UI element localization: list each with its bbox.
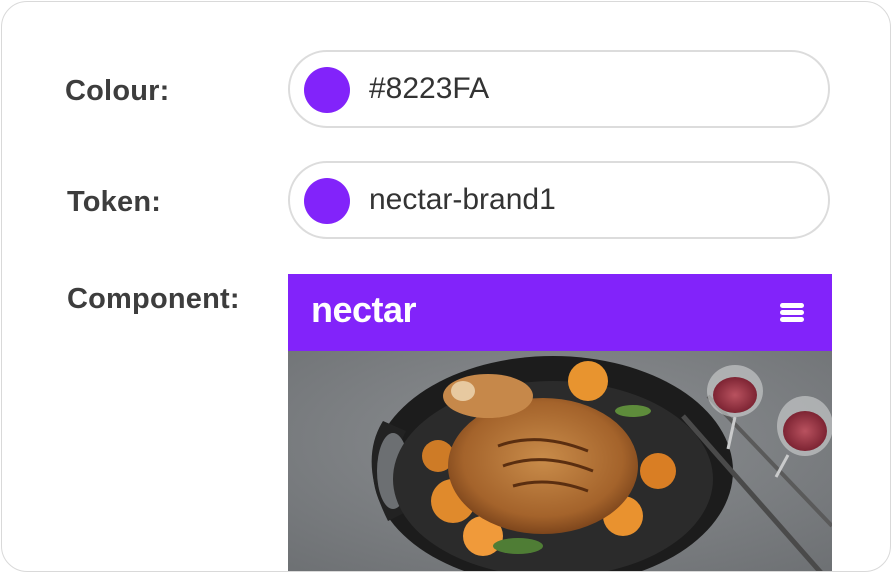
token-swatch (304, 178, 350, 224)
roast-chicken-photo (288, 351, 832, 571)
token-field[interactable]: nectar-brand1 (288, 161, 830, 239)
nectar-logo: nectar (311, 289, 417, 330)
component-preview: nectar (288, 274, 832, 571)
colour-field[interactable]: #8223FA (288, 50, 830, 128)
menu-icon[interactable] (780, 303, 804, 323)
component-header: nectar (288, 274, 832, 351)
design-token-card: Colour: #8223FA Token: nectar-brand1 Com… (1, 1, 891, 572)
token-value: nectar-brand1 (369, 183, 556, 216)
component-label: Component: (67, 283, 240, 315)
token-label: Token: (67, 186, 162, 218)
colour-value: #8223FA (369, 72, 490, 105)
colour-label: Colour: (65, 75, 170, 107)
colour-swatch (304, 67, 350, 113)
